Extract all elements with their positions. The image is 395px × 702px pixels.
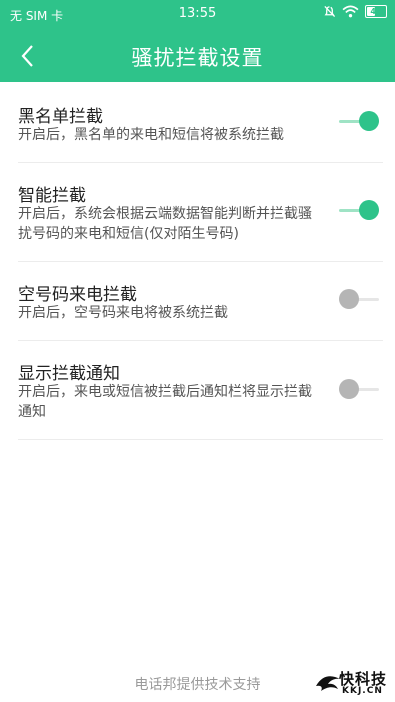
setting-block-notification[interactable]: 显示拦截通知 开启后，来电或短信被拦截后通知栏将显示拦截通知: [18, 341, 383, 440]
setting-empty-number-block[interactable]: 空号码来电拦截 开启后，空号码来电将被系统拦截: [18, 262, 383, 341]
setting-desc: 开启后，空号码来电将被系统拦截: [18, 305, 228, 321]
wifi-icon: [342, 5, 359, 18]
setting-title: 黑名单拦截: [18, 107, 103, 127]
setting-desc: 开启后，来电或短信被拦截后通知栏将显示拦截通知: [18, 384, 312, 420]
status-bar: 无 SIM 卡 13:55 40: [0, 0, 395, 30]
watermark-logo: 快科技 KKJ.CN: [315, 668, 387, 698]
toggle-knob: [359, 200, 379, 220]
settings-list: 黑名单拦截 开启后，黑名单的来电和短信将被系统拦截 智能拦截 开启后，系统会根据…: [0, 82, 395, 440]
toggle-knob: [339, 289, 359, 309]
block-notification-toggle[interactable]: [339, 378, 379, 400]
setting-smart-block[interactable]: 智能拦截 开启后，系统会根据云端数据智能判断并拦截骚扰号码的来电和短信(仅对陌生…: [18, 163, 383, 262]
page-title: 骚扰拦截设置: [131, 46, 264, 70]
empty-number-toggle[interactable]: [339, 288, 379, 310]
battery-icon: 40: [365, 5, 387, 18]
swallow-logo-icon: [316, 676, 340, 691]
status-icons: 40: [323, 5, 387, 18]
watermark-url: KKJ.CN: [342, 686, 383, 696]
toggle-knob: [339, 379, 359, 399]
setting-blacklist[interactable]: 黑名单拦截 开启后，黑名单的来电和短信将被系统拦截: [18, 82, 383, 163]
battery-level: 40: [370, 6, 382, 16]
toggle-knob: [359, 111, 379, 131]
mute-icon: [324, 5, 336, 18]
setting-desc: 开启后，黑名单的来电和短信将被系统拦截: [18, 127, 284, 143]
smart-block-toggle[interactable]: [339, 199, 379, 221]
blacklist-toggle[interactable]: [339, 110, 379, 132]
setting-title: 智能拦截: [18, 186, 86, 206]
setting-title: 空号码来电拦截: [18, 285, 137, 305]
setting-desc: 开启后，系统会根据云端数据智能判断并拦截骚扰号码的来电和短信(仅对陌生号码): [18, 206, 312, 242]
app-bar: 骚扰拦截设置: [0, 30, 395, 82]
setting-title: 显示拦截通知: [18, 364, 120, 384]
